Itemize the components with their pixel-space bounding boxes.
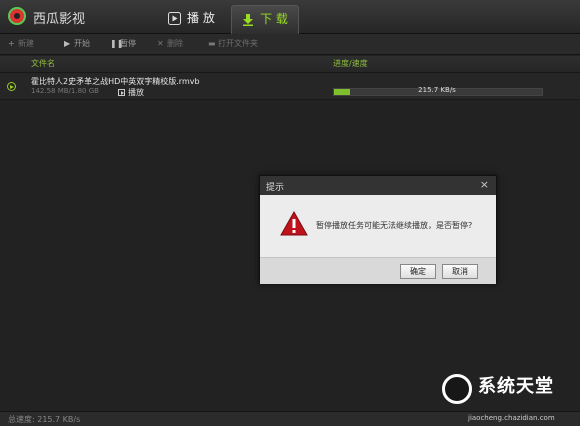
watermark-url: jiaocheng.chazidian.com	[468, 414, 555, 422]
app-logo-icon	[8, 7, 26, 25]
watermark-logo-icon	[442, 374, 472, 404]
dialog-header: 提示 ×	[260, 176, 496, 195]
column-progress-speed[interactable]: 进度/速度	[333, 58, 368, 69]
warning-icon	[280, 211, 308, 236]
task-filename: 霍比特人2史矛革之战HD中英双字精校版.rmvb	[31, 77, 200, 86]
total-speed: 总速度: 215.7 KB/s	[8, 415, 81, 424]
confirm-dialog: 提示 × 暂停播放任务可能无法继续播放，是否暂停? 确定 取消	[259, 175, 497, 284]
play-square-icon	[118, 89, 125, 96]
dialog-body: 暂停播放任务可能无法继续播放，是否暂停?	[260, 195, 496, 257]
plus-icon: +	[8, 39, 15, 48]
task-size: 142.58 MB/1.80 GB	[31, 87, 99, 95]
dialog-message: 暂停播放任务可能无法继续播放，是否暂停?	[316, 221, 473, 230]
task-speed: 215.7 KB/s	[418, 86, 456, 94]
app-window: 西瓜影视 播 放 下 载 + 新建 ▶ 开始 ❚❚暂停 ✕ 删除 ▬ 打开文件夹 文件名…	[0, 0, 580, 426]
play-icon: ▶	[64, 39, 71, 48]
cancel-button[interactable]: 取消	[442, 264, 478, 279]
new-label: 新建	[18, 39, 34, 48]
dialog-title: 提示	[266, 183, 285, 193]
app-title: 西瓜影视	[33, 12, 86, 27]
pause-label: 暂停	[120, 39, 136, 48]
column-filename[interactable]: 文件名	[31, 58, 55, 69]
tab-download[interactable]: 下 载	[231, 5, 299, 34]
start-button[interactable]: ▶ 开始	[64, 37, 90, 51]
task-play-button[interactable]: 播放	[118, 87, 144, 98]
watermark: 系统天堂 jiaocheng.chazidian.com	[440, 370, 580, 425]
tab-download-label: 下 载	[260, 12, 288, 26]
pause-button[interactable]: ❚❚暂停	[110, 37, 136, 51]
tab-play-label: 播 放	[187, 11, 215, 25]
delete-button[interactable]: ✕ 删除	[157, 37, 183, 51]
toolbar: + 新建 ▶ 开始 ❚❚暂停 ✕ 删除 ▬ 打开文件夹	[0, 34, 580, 55]
play-tab-icon	[168, 12, 181, 25]
task-play-icon[interactable]	[7, 82, 16, 91]
open-folder-label: 打开文件夹	[218, 39, 258, 48]
download-tab-icon	[243, 14, 254, 26]
start-label: 开始	[74, 39, 90, 48]
dialog-close-icon[interactable]: ×	[480, 178, 489, 191]
tab-play[interactable]: 播 放	[168, 5, 215, 33]
column-header: 文件名 进度/速度	[0, 56, 580, 73]
pause-icon: ❚❚	[110, 39, 124, 48]
close-icon: ✕	[157, 39, 164, 48]
new-button[interactable]: + 新建	[8, 37, 34, 51]
task-play-label: 播放	[128, 88, 144, 97]
watermark-title: 系统天堂	[478, 376, 554, 397]
folder-icon: ▬	[208, 39, 216, 48]
dialog-footer: 确定 取消	[260, 257, 496, 284]
delete-label: 删除	[167, 39, 183, 48]
open-folder-button[interactable]: ▬ 打开文件夹	[208, 37, 258, 51]
title-bar: 西瓜影视 播 放 下 载	[0, 0, 580, 34]
ok-button[interactable]: 确定	[400, 264, 436, 279]
